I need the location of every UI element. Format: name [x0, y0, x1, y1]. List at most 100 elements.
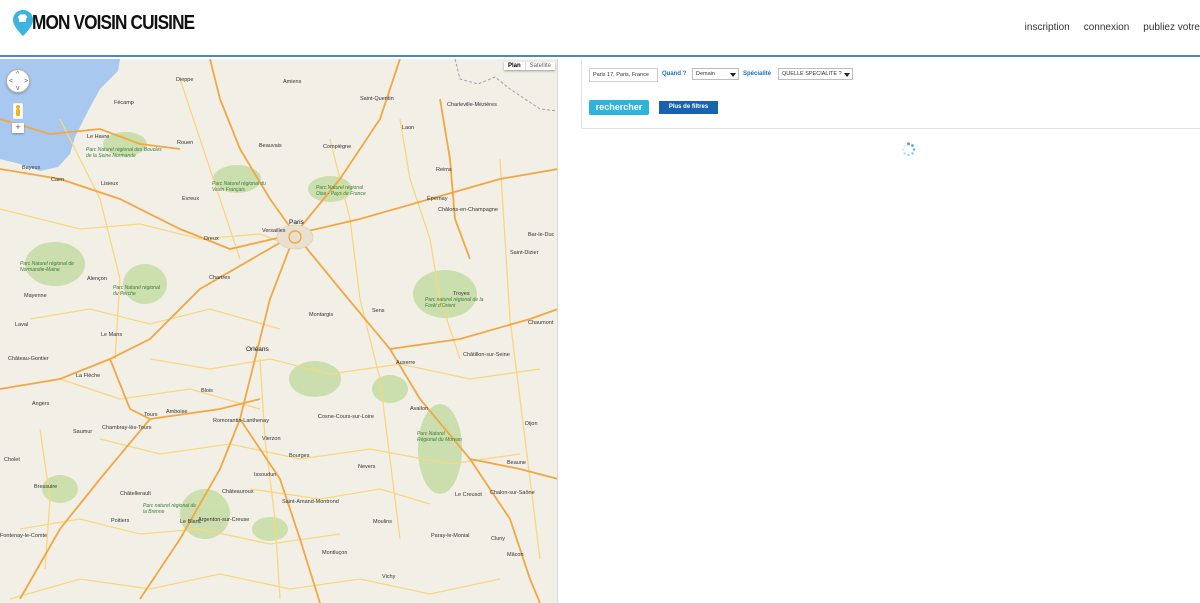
city-label: Châteauroux [222, 489, 254, 495]
city-label: Tours [144, 412, 158, 418]
city-label: Saumur [73, 429, 93, 435]
search-button[interactable]: rechercher [589, 100, 649, 115]
nav-inscription-link[interactable]: inscription [1025, 22, 1070, 33]
city-label: Issoudun [254, 472, 277, 478]
city-label: Montluçon [322, 550, 348, 556]
city-label: Dreux [204, 236, 219, 242]
map-type-control: Plan Satellite [503, 62, 555, 70]
park-label: Parc Naturel régional du Vexin Français [212, 181, 266, 193]
map-pin-chef-icon [13, 10, 33, 36]
search-panel: Quand ? Demain Spécialité QUELLE SPECIAL… [581, 59, 1200, 129]
city-label: Bar-le-Duc [528, 232, 555, 238]
park-label: Parc naturel régional de la Brenne [143, 503, 197, 515]
city-label: Épernay [427, 196, 448, 202]
city-label: Charleville-Mézières [447, 102, 497, 108]
city-label: Vierzon [262, 436, 281, 442]
city-label: Evreux [182, 196, 200, 202]
zoom-in-button[interactable]: + [12, 123, 24, 133]
city-label: Mâcon [507, 552, 524, 558]
quand-label: Quand ? [662, 71, 687, 77]
street-view-pegman-icon[interactable] [13, 103, 23, 119]
city-label: Laon [402, 125, 415, 131]
specialite-value: QUELLE SPECIALITE ? [782, 71, 842, 77]
logo-text: MON VOISIN CUISINE [32, 11, 195, 34]
city-label: Blois [201, 388, 213, 394]
nav-connexion-link[interactable]: connexion [1084, 22, 1130, 33]
city-label: Bayeux [22, 165, 41, 171]
city-label: Saint-Quentin [360, 96, 394, 102]
city-label: Cosne-Cours-sur-Loire [318, 414, 374, 420]
city-label: La Flèche [76, 373, 101, 379]
city-label: Avallon [410, 406, 428, 412]
city-label: Beaune [507, 460, 526, 466]
more-filters-button[interactable]: Plus de filtres [659, 101, 718, 114]
city-label: Amboise [166, 409, 188, 415]
city-label: Mayenne [24, 293, 47, 299]
city-label: Versailles [262, 228, 286, 234]
quand-value: Demain [696, 71, 715, 77]
chevron-down-icon [730, 73, 736, 77]
specialite-label: Spécialité [743, 71, 772, 77]
site-header: MON VOISIN CUISINE inscription connexion… [0, 0, 1200, 57]
city-label: Saint-Amand-Montrond [282, 499, 339, 505]
city-label: Châlons-en-Champagne [438, 207, 498, 213]
city-label: Le Creusot [455, 492, 482, 498]
park-label: Parc Naturel Régional du Morvan [417, 431, 462, 443]
city-label: Châtillon-sur-Seine [463, 352, 510, 358]
map-view[interactable]: Amiens Saint-Quentin Dieppe Fécamp Le Ha… [0, 59, 558, 603]
city-label: Angers [32, 401, 50, 407]
city-label: Poitiers [111, 518, 130, 524]
city-label: Alençon [87, 276, 107, 282]
site-logo[interactable]: MON VOISIN CUISINE [12, 6, 221, 40]
location-input[interactable] [589, 68, 658, 82]
park-label: Parc Naturel régional Oise - Pays de Fra… [316, 185, 366, 197]
city-label: Fécamp [114, 100, 134, 106]
city-label: Chalon-sur-Saône [490, 490, 535, 496]
city-label: Chambray-lès-Tours [102, 425, 152, 431]
city-label: Châtellerault [120, 491, 151, 497]
city-label: Sens [372, 308, 385, 314]
city-label: Bressuire [34, 484, 58, 490]
city-label: Paray-le-Monial [431, 533, 470, 539]
map-type-plan[interactable]: Plan [504, 62, 525, 70]
city-label: Moulins [373, 519, 392, 525]
city-label: Beauvais [259, 143, 282, 149]
city-label: Cholet [4, 457, 20, 463]
city-label: Lisieux [101, 181, 119, 187]
city-label: Argenton-sur-Creuse [198, 517, 250, 523]
city-label: Paris [289, 219, 304, 226]
city-label: Amiens [283, 79, 302, 85]
city-label: Montargis [309, 312, 334, 318]
city-label: Fontenay-le-Comte [0, 533, 48, 539]
loading-spinner-icon [901, 142, 916, 157]
map-type-satellite[interactable]: Satellite [524, 62, 555, 70]
park-label: Parc Naturel régional de Normandie-Maine [20, 261, 74, 273]
pan-control-icon[interactable]: ^ v < > [6, 69, 30, 93]
city-label: Compiègne [323, 144, 352, 150]
specialite-select[interactable]: QUELLE SPECIALITE ? [778, 68, 853, 80]
city-label: Romorantin-Lanthenay [213, 418, 269, 424]
park-label: Parc Naturel régional des Boucles de la … [86, 147, 162, 159]
city-label: Auxerre [396, 360, 416, 366]
city-label: Dijon [525, 421, 538, 427]
city-label: Nevers [358, 464, 376, 470]
city-label: Château-Gontier [8, 356, 49, 362]
city-label: Cluny [491, 536, 506, 542]
park-label: Parc Naturel régional du Perche [113, 285, 160, 297]
city-label: Chartres [209, 275, 231, 281]
city-label: Orléans [246, 346, 269, 353]
city-label: Le Blanc [180, 519, 202, 525]
park-label: Parc naturel régional de la Forêt d'Orie… [425, 297, 484, 309]
city-label: Bourges [289, 453, 310, 459]
city-label: Le Mans [101, 332, 123, 338]
top-nav: inscription connexion publiez votre [1025, 22, 1200, 33]
city-label: Saint-Dizier [510, 250, 539, 256]
city-label: Laval [15, 322, 29, 328]
nav-publiez-link[interactable]: publiez votre [1143, 22, 1200, 33]
city-label: Dieppe [176, 77, 194, 83]
city-label: Rouen [177, 140, 194, 146]
city-label: Reims [436, 167, 452, 173]
city-label: Caen [51, 177, 65, 183]
map-tiles[interactable] [0, 59, 558, 603]
quand-select[interactable]: Demain [692, 68, 739, 80]
